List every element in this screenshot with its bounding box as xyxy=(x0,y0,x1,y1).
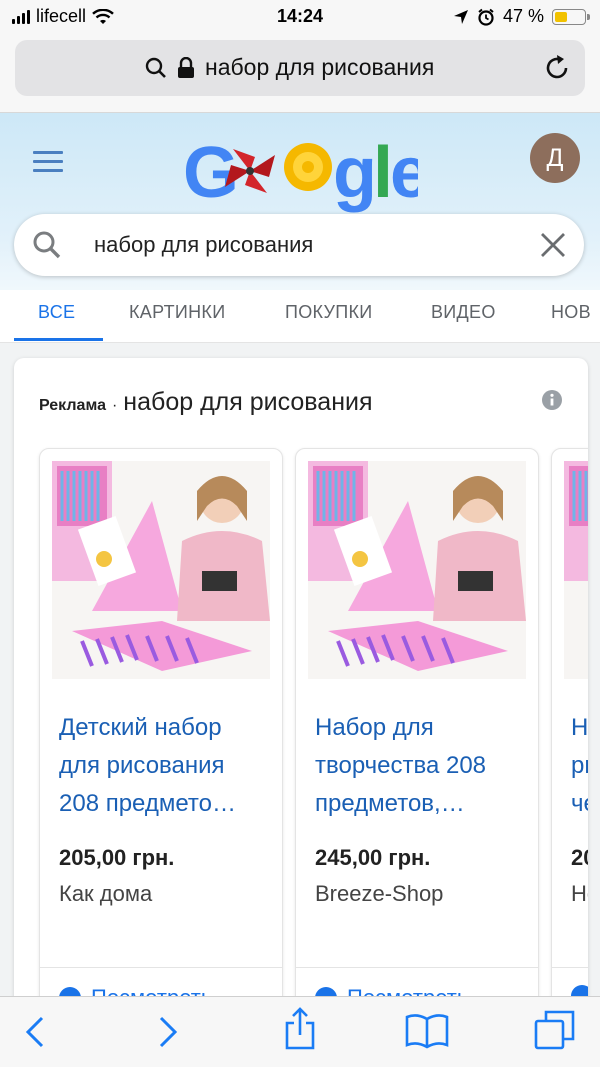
product-store: Но xyxy=(571,881,588,906)
product-card[interactable]: Набор для творчества 208 предметов,… 245… xyxy=(295,448,539,1008)
lock-icon xyxy=(178,56,194,78)
product-store: Как дома xyxy=(59,881,153,906)
ad-separator: · xyxy=(111,397,118,414)
info-icon[interactable] xyxy=(542,390,562,410)
alarm-clock-icon xyxy=(478,8,494,26)
safari-toolbar xyxy=(0,996,600,1067)
product-title-link[interactable]: Набор для творчества 208 предметов,… xyxy=(315,709,530,823)
address-bar[interactable]: набор для рисования xyxy=(15,40,585,96)
menu-icon[interactable] xyxy=(33,151,63,178)
tab-news[interactable]: НОВ xyxy=(551,302,591,323)
tab-all[interactable]: ВСЕ xyxy=(38,302,75,323)
search-input[interactable]: набор для рисования xyxy=(94,232,313,258)
google-search-box[interactable]: набор для рисования xyxy=(14,214,584,276)
logo-letter-e: e xyxy=(390,133,418,213)
product-price: 205,00 грн. xyxy=(59,845,175,870)
back-icon[interactable] xyxy=(22,1015,48,1049)
ad-query: набор для рисования xyxy=(123,388,373,416)
product-title-link[interactable]: На ри че xyxy=(571,709,588,823)
google-doodle-logo[interactable]: G g l e xyxy=(183,127,418,215)
share-icon[interactable] xyxy=(282,1007,318,1051)
search-icon[interactable] xyxy=(32,230,62,260)
product-image[interactable] xyxy=(52,461,270,679)
battery-icon xyxy=(552,8,590,25)
ad-label: Реклама xyxy=(39,397,106,414)
tabs-icon[interactable] xyxy=(534,1009,576,1051)
tab-images[interactable]: КАРТИНКИ xyxy=(129,302,225,323)
tab-shopping[interactable]: ПОКУПКИ xyxy=(285,302,373,323)
product-card[interactable]: На ри че 20 Но xyxy=(551,448,588,1008)
product-store: Breeze-Shop xyxy=(315,881,444,906)
status-bar: lifecell 14:24 47 % xyxy=(0,0,600,34)
yellow-flower-icon xyxy=(284,143,332,191)
product-image[interactable] xyxy=(308,461,526,679)
logo-letter-g2: g xyxy=(333,133,377,213)
product-price: 20 xyxy=(571,845,588,870)
active-tab-indicator xyxy=(14,338,103,341)
product-card[interactable]: Детский набор для рисования 208 предмето… xyxy=(39,448,283,1008)
battery-level-fill xyxy=(555,11,568,22)
safari-address-area: набор для рисования xyxy=(0,34,600,113)
shopping-ad-card: Реклама · набор для рисования Детский на… xyxy=(14,358,588,1008)
search-icon xyxy=(145,57,166,78)
product-price: 245,00 грн. xyxy=(315,845,431,870)
product-title-link[interactable]: Детский набор для рисования 208 предмето… xyxy=(59,709,274,823)
forward-icon[interactable] xyxy=(155,1015,181,1049)
address-bar-text: набор для рисования xyxy=(205,54,435,80)
battery-percent: 47 % xyxy=(502,6,544,26)
reload-icon[interactable] xyxy=(543,54,571,82)
tab-video[interactable]: ВИДЕО xyxy=(431,302,496,323)
close-icon[interactable] xyxy=(540,232,566,258)
search-tabs: ВСЕ КАРТИНКИ ПОКУПКИ ВИДЕО НОВ xyxy=(0,290,600,343)
product-image[interactable] xyxy=(564,461,588,679)
location-arrow-icon xyxy=(453,9,468,24)
account-avatar[interactable]: Д xyxy=(530,133,580,183)
bookmarks-icon[interactable] xyxy=(405,1013,449,1049)
